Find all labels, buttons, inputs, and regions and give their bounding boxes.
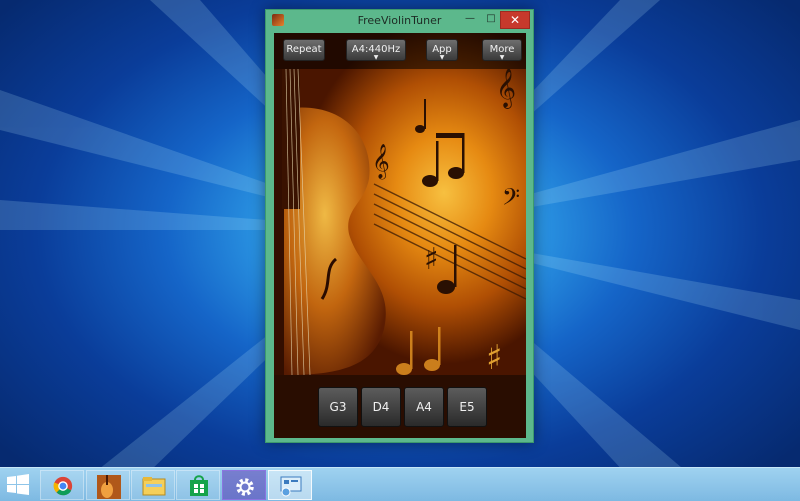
top-toolbar: Repeat A4:440Hz ▼ App ▼ More ▼ xyxy=(274,33,526,69)
store-icon xyxy=(190,475,208,496)
start-icon[interactable] xyxy=(5,472,31,498)
note-button-e5[interactable]: E5 xyxy=(447,387,487,427)
repeat-button[interactable]: Repeat xyxy=(283,39,325,61)
minimize-button[interactable]: — xyxy=(462,11,478,29)
note-button-g3[interactable]: G3 xyxy=(318,387,358,427)
file-explorer-taskbar-button[interactable] xyxy=(131,470,175,500)
tuner-client-area: 𝄞 𝄞 𝄢 ♯ ♯ Repeat A4:440Hz ▼ App ▼ More ▼ xyxy=(274,33,526,438)
app-dropdown[interactable]: App ▼ xyxy=(426,39,458,61)
maximize-button[interactable]: □ xyxy=(483,11,499,29)
svg-text:𝄞: 𝄞 xyxy=(496,69,516,109)
taskbar xyxy=(0,467,800,501)
violin-app-icon xyxy=(97,475,121,499)
svg-text:♯: ♯ xyxy=(424,242,439,277)
svg-text:𝄞: 𝄞 xyxy=(372,144,390,180)
note-button-a4[interactable]: A4 xyxy=(404,387,444,427)
settings-icon xyxy=(236,478,254,496)
control-panel-taskbar-button[interactable] xyxy=(268,470,312,500)
dropdown-arrow-icon: ▼ xyxy=(499,54,505,61)
dropdown-arrow-icon: ▼ xyxy=(373,54,379,61)
violin-app-taskbar-button[interactable] xyxy=(86,470,130,500)
dropdown-arrow-icon: ▼ xyxy=(439,54,445,61)
close-button[interactable]: ✕ xyxy=(500,11,530,29)
svg-text:𝄢: 𝄢 xyxy=(502,183,520,216)
chrome-taskbar-button[interactable] xyxy=(40,470,84,500)
string-selector-bar: G3 D4 A4 E5 xyxy=(274,375,526,438)
title-bar[interactable]: FreeViolinTuner — □ ✕ xyxy=(266,10,533,32)
svg-text:♯: ♯ xyxy=(486,338,502,375)
more-dropdown[interactable]: More ▼ xyxy=(482,39,522,61)
tuning-dropdown[interactable]: A4:440Hz ▼ xyxy=(346,39,406,61)
settings-taskbar-button[interactable] xyxy=(222,470,266,500)
file-explorer-icon xyxy=(142,477,166,496)
violin-artwork: 𝄞 𝄞 𝄢 ♯ ♯ xyxy=(274,69,526,375)
repeat-label: Repeat xyxy=(286,44,322,55)
note-button-d4[interactable]: D4 xyxy=(361,387,401,427)
control-panel-icon xyxy=(280,476,302,497)
chrome-icon xyxy=(53,476,73,496)
app-window: FreeViolinTuner — □ ✕ 𝄞 𝄞 𝄢 ♯ ♯ Repeat A… xyxy=(265,9,534,443)
store-taskbar-button[interactable] xyxy=(176,470,220,500)
